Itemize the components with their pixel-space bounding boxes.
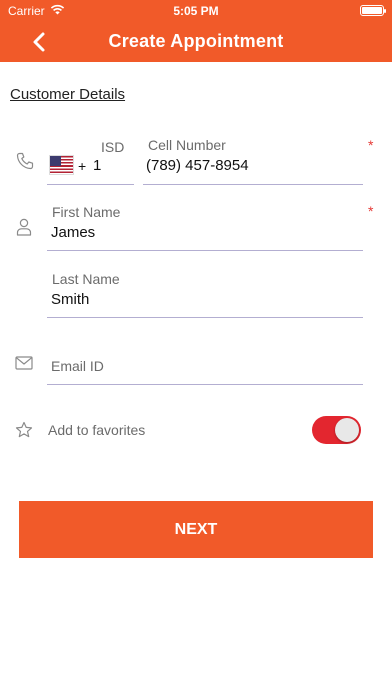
toggle-knob — [335, 418, 359, 442]
first-name-label: First Name — [52, 204, 121, 220]
battery-icon — [360, 5, 386, 16]
star-icon — [15, 421, 33, 438]
last-name-field[interactable]: Smith — [51, 291, 89, 308]
status-time: 5:05 PM — [173, 4, 219, 18]
last-name-label: Last Name — [52, 271, 120, 287]
email-field[interactable]: Email ID — [51, 358, 104, 374]
next-button[interactable]: NEXT — [19, 501, 373, 558]
us-flag-icon[interactable] — [49, 155, 74, 175]
favorites-toggle[interactable] — [312, 416, 361, 444]
first-name-underline — [47, 250, 363, 251]
cell-number-label: Cell Number — [148, 137, 226, 153]
person-icon — [16, 218, 32, 236]
battery-level — [362, 7, 382, 14]
first-name-field[interactable]: James — [51, 224, 95, 241]
page-title: Create Appointment — [108, 31, 284, 51]
mail-icon — [15, 356, 33, 370]
isd-plus: + — [78, 158, 87, 174]
isd-label: ISD — [101, 139, 125, 155]
section-title: Customer Details — [10, 86, 126, 103]
navigation-bar: Create Appointment — [0, 22, 392, 62]
cell-number-underline — [143, 184, 363, 185]
isd-code-field[interactable]: 1 — [93, 157, 101, 174]
cell-number-field[interactable]: (789) 457-8954 — [146, 157, 249, 174]
required-marker: * — [368, 203, 374, 219]
status-bar: Carrier 5:05 PM — [0, 0, 392, 22]
phone-icon — [16, 152, 34, 170]
isd-underline — [47, 184, 134, 185]
email-underline — [47, 384, 363, 385]
last-name-underline — [47, 317, 363, 318]
required-marker: * — [368, 137, 374, 153]
favorites-label: Add to favorites — [48, 422, 146, 438]
